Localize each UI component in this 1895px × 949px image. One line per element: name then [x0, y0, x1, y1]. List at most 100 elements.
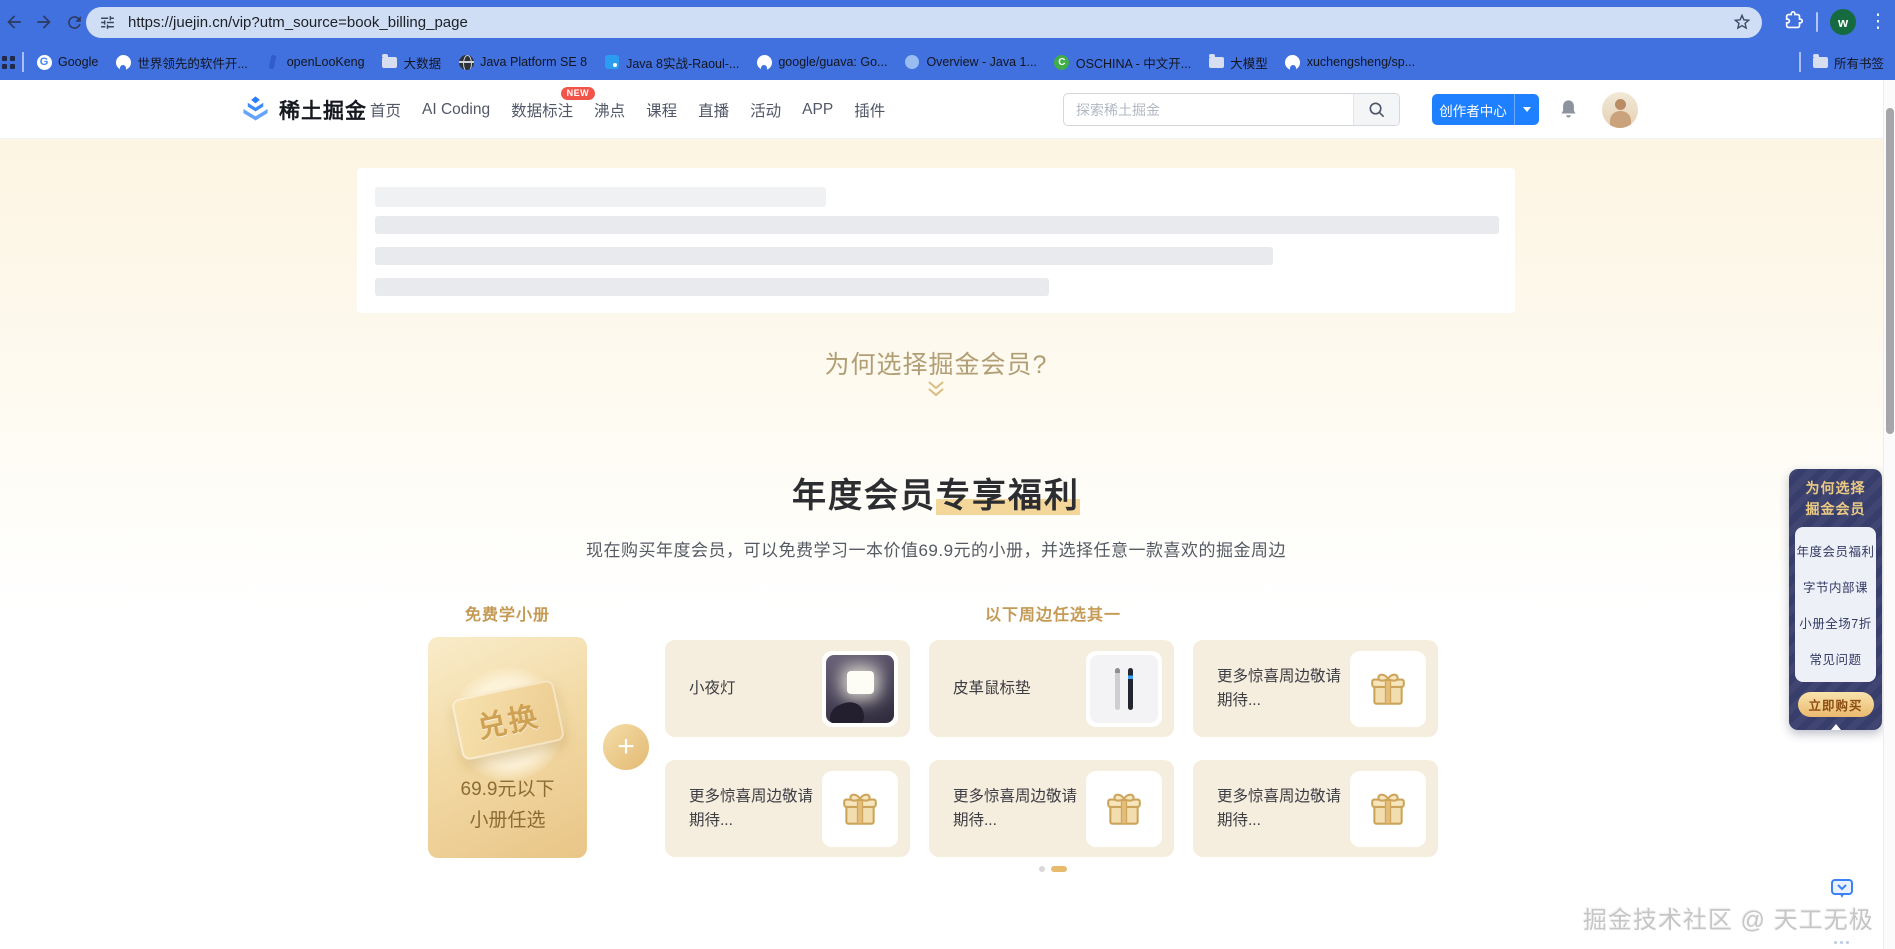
all-bookmarks-button[interactable]: 所有书签 [1812, 44, 1884, 80]
carousel-pagination [665, 866, 1441, 872]
panel-item-faq[interactable]: 常见问题 [1809, 649, 1861, 668]
panel-title: 为何选择 掘金会员 [1789, 478, 1882, 520]
chevron-down-icon [1523, 107, 1531, 112]
bookmarks-separator [22, 52, 24, 72]
nav-app[interactable]: APP [802, 101, 833, 119]
nav-ai-coding[interactable]: AI Coding [422, 101, 490, 119]
gift-icon [1367, 788, 1409, 830]
nav-courses[interactable]: 课程 [646, 99, 677, 121]
back-button[interactable] [2, 10, 26, 34]
mouse-pad-photo [1090, 655, 1158, 723]
skeleton-line [375, 278, 1049, 296]
folder-icon [382, 57, 397, 68]
extensions-puzzle-icon[interactable] [1783, 10, 1805, 32]
bookmark-xuchengsheng[interactable]: xuchengsheng/sp... [1285, 54, 1415, 70]
notification-bell-button[interactable] [1556, 97, 1581, 127]
bookmarks-bar: GGoogle 世界领先的软件开... openLooKeng 大数据 Java… [0, 44, 1895, 80]
scrollbar-thumb[interactable] [1886, 108, 1894, 434]
gift-tile [822, 771, 898, 847]
search-icon [1367, 100, 1386, 119]
skeleton-line [375, 187, 826, 207]
globe-icon [459, 55, 474, 70]
nav-events[interactable]: 活动 [750, 99, 781, 121]
search-box [1063, 93, 1400, 126]
booklet-coupon-card[interactable]: 兑换 69.9元以下 小册任选 [428, 637, 587, 858]
product-card-mouse-pad[interactable]: 皮革鼠标垫 [929, 640, 1174, 737]
page-scrollbar[interactable] [1883, 80, 1895, 949]
annual-benefit-subtitle: 现在购买年度会员，可以免费学习一本价值69.9元的小册，并选择任意一款喜欢的掘金… [357, 536, 1515, 561]
juejin-logo[interactable]: 稀土掘金 [240, 80, 367, 139]
bookmark-java8[interactable]: Java 8实战-Raoul-... [604, 53, 739, 72]
bookmark-github-site[interactable]: 世界领先的软件开... [115, 53, 247, 72]
search-input[interactable] [1064, 94, 1353, 125]
peripherals-label: 以下周边任选其一 [665, 601, 1441, 625]
juejin-logo-icon [240, 96, 271, 123]
site-header: 稀土掘金 首页 AI Coding 数据标注NEW 沸点 课程 直播 活动 AP… [0, 80, 1895, 139]
folder-icon [1813, 57, 1828, 68]
gift-tile [1350, 651, 1426, 727]
redeem-stamp: 兑换 [473, 693, 542, 747]
back-arrow-icon [4, 12, 24, 32]
gift-tile [1086, 771, 1162, 847]
creator-dropdown-toggle[interactable] [1515, 107, 1539, 112]
bookmark-java-platform[interactable]: Java Platform SE 8 [458, 54, 587, 70]
bookmark-folder-llm[interactable]: 大模型 [1208, 53, 1268, 72]
skeleton-line [375, 247, 1273, 265]
peripherals-grid: 小夜灯 皮革鼠标垫 更多惊喜周边敬请期待... 更多惊喜周边敬请期待... 更多… [665, 640, 1438, 857]
apps-grid-icon[interactable] [2, 56, 15, 69]
new-badge: NEW [561, 87, 596, 100]
refresh-button[interactable] [62, 10, 86, 34]
bookmarks-separator [1799, 52, 1801, 72]
url-text[interactable]: https://juejin.cn/vip?utm_source=book_bi… [128, 7, 468, 38]
nav-pins[interactable]: 沸点 [594, 99, 625, 121]
user-avatar[interactable] [1602, 92, 1638, 128]
night-light-photo [826, 655, 894, 723]
toolbar-separator [1816, 12, 1818, 32]
site-info-icon[interactable] [99, 14, 116, 31]
bookmark-overview-java[interactable]: Overview - Java 1... [904, 54, 1036, 70]
chrome-menu-icon[interactable]: ⋮ [1868, 7, 1888, 37]
forward-button[interactable] [32, 10, 56, 34]
panel-item-booklet-discount[interactable]: 小册全场7折 [1799, 613, 1871, 632]
gift-tile [1350, 771, 1426, 847]
panel-item-internal-courses[interactable]: 字节内部课 [1803, 577, 1868, 596]
github-logo-icon [1285, 55, 1300, 70]
bookmark-star-icon[interactable] [1732, 12, 1752, 32]
forward-arrow-icon [34, 12, 54, 32]
feedback-chat-icon[interactable] [1830, 878, 1854, 900]
free-booklet-label: 免费学小册 [428, 601, 587, 625]
pagination-dot[interactable] [1039, 866, 1045, 872]
nav-plugins[interactable]: 插件 [854, 99, 885, 121]
product-card-more[interactable]: 更多惊喜周边敬请期待... [1193, 640, 1438, 737]
gift-icon [839, 788, 881, 830]
pagination-dot-active[interactable] [1051, 866, 1067, 872]
bookmark-oschina[interactable]: COSCHINA - 中文开... [1054, 53, 1191, 72]
search-button[interactable] [1353, 94, 1399, 125]
skeleton-card [357, 168, 1515, 313]
panel-item-annual-benefits[interactable]: 年度会员福利 [1796, 541, 1874, 560]
nav-live[interactable]: 直播 [698, 99, 729, 121]
nav-home[interactable]: 首页 [370, 99, 401, 121]
plus-icon: + [603, 724, 649, 770]
nav-data-annotation[interactable]: 数据标注NEW [511, 99, 573, 121]
product-card-more[interactable]: 更多惊喜周边敬请期待... [929, 760, 1174, 857]
bookmark-google[interactable]: GGoogle [36, 54, 98, 70]
product-card-more[interactable]: 更多惊喜周边敬请期待... [665, 760, 910, 857]
buy-now-button[interactable]: 立即购买 [1798, 692, 1874, 717]
chrome-profile-avatar[interactable]: w [1830, 9, 1856, 35]
refresh-icon [65, 13, 84, 32]
url-bar[interactable]: https://juejin.cn/vip?utm_source=book_bi… [86, 7, 1762, 38]
product-card-more[interactable]: 更多惊喜周边敬请期待... [1193, 760, 1438, 857]
creator-center-button[interactable]: 创作者中心 [1432, 94, 1539, 125]
main-nav: 首页 AI Coding 数据标注NEW 沸点 课程 直播 活动 APP 插件 [370, 80, 885, 139]
bookmark-openlookeng[interactable]: openLooKeng [265, 54, 365, 70]
bookmark-guava[interactable]: google/guava: Go... [756, 54, 887, 70]
coupon-description: 69.9元以下 小册任选 [428, 774, 587, 836]
bookmark-folder-bigdata[interactable]: 大数据 [382, 53, 442, 72]
product-card-night-light[interactable]: 小夜灯 [665, 640, 910, 737]
collapse-up-arrow[interactable] [1831, 724, 1841, 730]
folder-icon [1209, 57, 1224, 68]
product-photo-tile [1086, 651, 1162, 727]
browser-window: https://juejin.cn/vip?utm_source=book_bi… [0, 0, 1895, 949]
panel-menu: 年度会员福利 字节内部课 小册全场7折 常见问题 [1795, 527, 1876, 682]
